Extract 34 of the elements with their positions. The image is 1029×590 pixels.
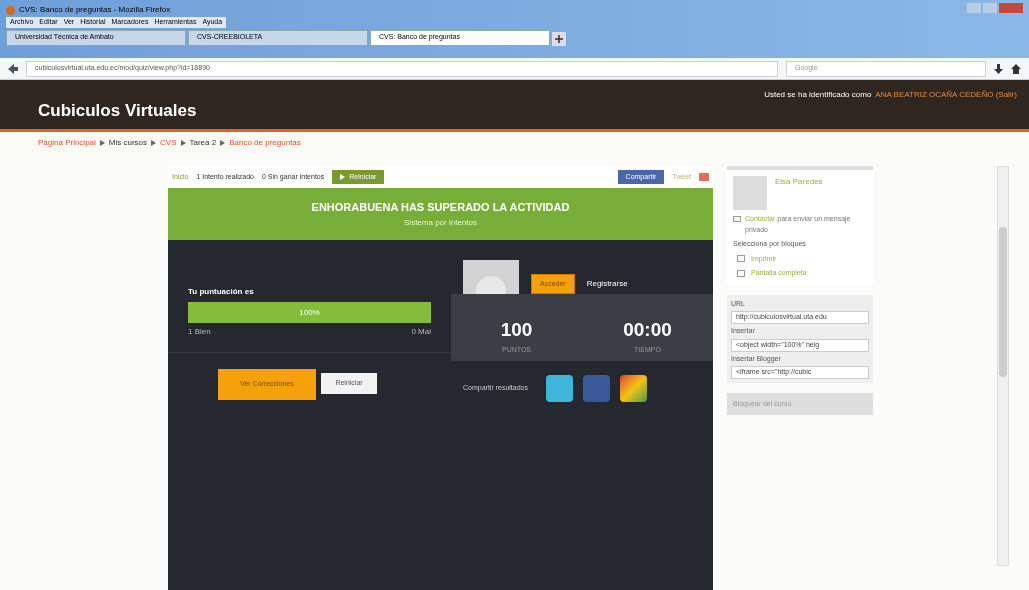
play-icon bbox=[340, 174, 346, 180]
score-label: Tu puntuación es bbox=[188, 286, 255, 298]
wrong-count: 0 Mal bbox=[411, 326, 431, 338]
window-title: CVS: Banco de preguntas - Mozilla Firefox bbox=[19, 4, 171, 16]
expand-icon bbox=[737, 269, 745, 277]
stat-value: 00:00 bbox=[623, 318, 672, 342]
banner-title: ENHORABUENA HAS SUPERADO LA ACTIVIDAD bbox=[311, 199, 570, 215]
firefox-icon bbox=[6, 5, 15, 15]
site-title: Cubiculos Virtuales bbox=[38, 99, 197, 122]
breadcrumb-link[interactable]: Mis cursos bbox=[108, 137, 148, 149]
stat-value: 100 bbox=[500, 318, 533, 342]
score-percent: 100% bbox=[298, 306, 321, 319]
home-icon[interactable] bbox=[1011, 63, 1021, 74]
breadcrumb-separator-icon bbox=[220, 140, 226, 146]
bird-icon[interactable] bbox=[545, 375, 573, 402]
print-icon bbox=[737, 255, 745, 263]
download-icon[interactable] bbox=[994, 63, 1003, 74]
banner-subtitle: Sistema por intentos bbox=[404, 217, 477, 230]
breadcrumb-link[interactable]: Banco de preguntas bbox=[229, 137, 301, 149]
new-tab-button[interactable] bbox=[552, 31, 566, 46]
user-link[interactable]: ANA BEATRIZ OCAÑA CEDEÑO (Salir) bbox=[875, 89, 1017, 101]
breadcrumb-link[interactable]: Página Principal bbox=[38, 137, 96, 149]
mail-icon bbox=[733, 216, 741, 222]
correct-count: 1 Bien bbox=[188, 326, 211, 338]
breadcrumb-separator-icon bbox=[151, 140, 157, 146]
breadcrumb-separator-icon bbox=[99, 140, 105, 146]
back-icon[interactable] bbox=[8, 63, 18, 74]
teacher-avatar bbox=[733, 176, 767, 210]
breadcrumb-separator-icon bbox=[180, 140, 186, 146]
g-icon[interactable] bbox=[619, 375, 647, 402]
register-link[interactable]: Registrarse bbox=[586, 278, 628, 290]
breadcrumb-link[interactable]: Tarea 2 bbox=[189, 137, 217, 149]
login-status: Usted se ha identificado como bbox=[764, 89, 872, 101]
breadcrumb-link[interactable]: CVS bbox=[160, 137, 177, 149]
